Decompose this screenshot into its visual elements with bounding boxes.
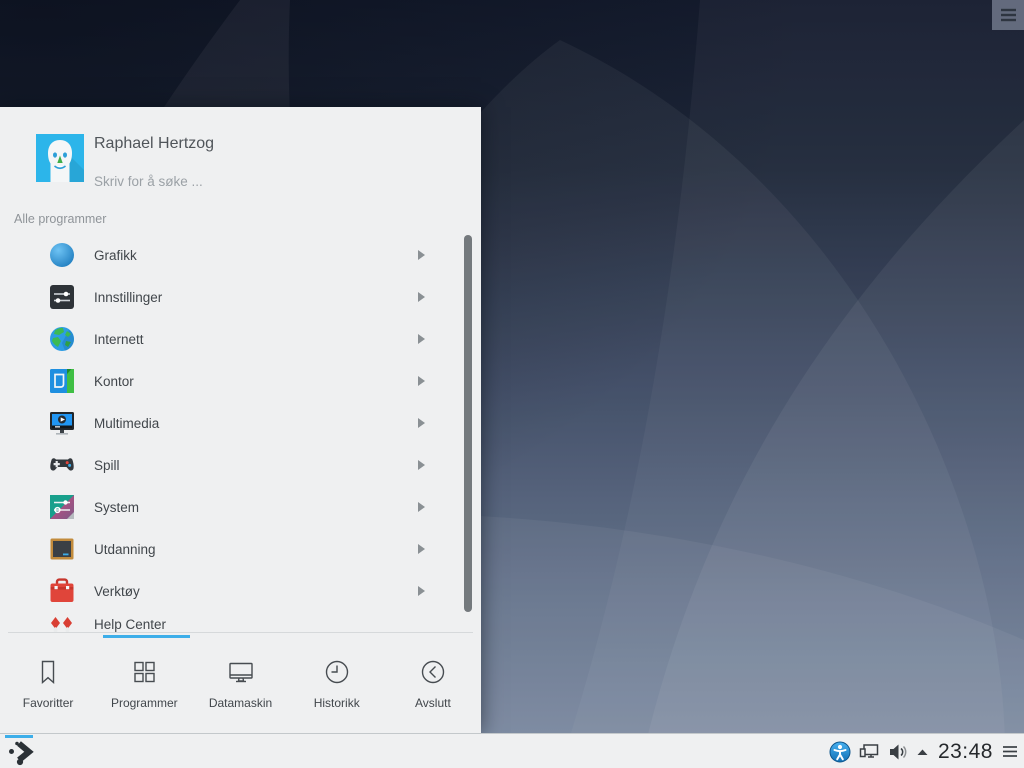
category-item-grafikk[interactable]: Grafikk: [0, 234, 481, 276]
utilities-category-icon: [47, 576, 77, 606]
chevron-right-icon: [418, 292, 425, 302]
games-category-icon: [47, 450, 77, 480]
category-item-utdanning[interactable]: Utdanning: [0, 528, 481, 570]
system-tray: 23:48: [829, 734, 1018, 768]
category-list: Grafikk Innstillinger: [0, 234, 481, 633]
category-label: Help Center: [94, 617, 166, 632]
tab-datamaskin[interactable]: Datamaskin: [192, 638, 288, 734]
user-name: Raphael Hertzog: [94, 135, 214, 153]
user-avatar[interactable]: [36, 134, 84, 182]
multimedia-category-icon: [47, 408, 77, 438]
plasma-launcher-icon: [6, 739, 34, 767]
desktop-toolbox-button[interactable]: [992, 0, 1024, 30]
tab-historikk[interactable]: Historikk: [289, 638, 385, 734]
category-label: Grafikk: [94, 248, 137, 263]
desktop: Raphael Hertzog Skriv for å søke ... All…: [0, 0, 1024, 768]
taskbar-clock[interactable]: 23:48: [936, 740, 995, 764]
category-item-innstillinger[interactable]: Innstillinger: [0, 276, 481, 318]
chevron-right-icon: [418, 418, 425, 428]
chevron-right-icon: [418, 502, 425, 512]
tab-avslutt[interactable]: Avslutt: [385, 638, 481, 734]
internet-category-icon: [47, 324, 77, 354]
tabbar-divider: [8, 632, 473, 633]
tab-label: Historikk: [314, 696, 360, 710]
category-item-help-center[interactable]: Help Center: [0, 612, 481, 633]
chevron-right-icon: [418, 250, 425, 260]
volume-icon[interactable]: [887, 741, 909, 763]
hamburger-icon: [1000, 8, 1017, 22]
category-item-multimedia[interactable]: Multimedia: [0, 402, 481, 444]
help-center-icon: [47, 614, 77, 633]
category-item-kontor[interactable]: Kontor: [0, 360, 481, 402]
category-label: Spill: [94, 458, 120, 473]
category-label: Internett: [94, 332, 144, 347]
launcher-active-indicator: [5, 735, 33, 738]
category-label: Innstillinger: [94, 290, 162, 305]
category-item-verktoy[interactable]: Verktøy: [0, 570, 481, 612]
system-category-icon: [47, 492, 77, 522]
scrollbar[interactable]: [464, 235, 472, 612]
tab-label: Avslutt: [415, 696, 451, 710]
chevron-right-icon: [418, 460, 425, 470]
application-launcher-menu: Raphael Hertzog Skriv for å søke ... All…: [0, 107, 481, 734]
category-label: Multimedia: [94, 416, 159, 431]
chevron-right-icon: [418, 544, 425, 554]
tab-bar: Favoritter Programmer: [0, 638, 481, 734]
user-face-icon: [36, 134, 84, 182]
tab-programmer[interactable]: Programmer: [96, 638, 192, 734]
chevron-right-icon: [418, 376, 425, 386]
search-input[interactable]: Skriv for å søke ...: [94, 174, 203, 189]
applications-icon: [129, 657, 159, 687]
accessibility-icon[interactable]: [829, 741, 851, 763]
leave-icon: [418, 657, 448, 687]
launcher-button[interactable]: [3, 734, 37, 768]
education-category-icon: [47, 534, 77, 564]
taskbar: 23:48: [0, 733, 1024, 768]
category-label: Verktøy: [94, 584, 140, 599]
category-item-spill[interactable]: Spill: [0, 444, 481, 486]
tab-label: Datamaskin: [209, 696, 272, 710]
favorites-icon: [33, 657, 63, 687]
category-label: Utdanning: [94, 542, 156, 557]
category-item-system[interactable]: System: [0, 486, 481, 528]
history-icon: [322, 657, 352, 687]
tab-label: Favoritter: [23, 696, 74, 710]
settings-category-icon: [47, 282, 77, 312]
office-category-icon: [47, 366, 77, 396]
expand-tray-icon[interactable]: [916, 748, 929, 756]
tab-favoritter[interactable]: Favoritter: [0, 638, 96, 734]
panel-menu-icon[interactable]: [1002, 745, 1018, 758]
section-label: Alle programmer: [14, 212, 106, 226]
computer-icon: [226, 657, 256, 687]
category-label: Kontor: [94, 374, 134, 389]
tab-label: Programmer: [111, 696, 178, 710]
category-label: System: [94, 500, 139, 515]
graphics-category-icon: [47, 240, 77, 270]
chevron-right-icon: [418, 334, 425, 344]
chevron-right-icon: [418, 586, 425, 596]
device-notifier-icon[interactable]: [858, 741, 880, 763]
category-item-internett[interactable]: Internett: [0, 318, 481, 360]
